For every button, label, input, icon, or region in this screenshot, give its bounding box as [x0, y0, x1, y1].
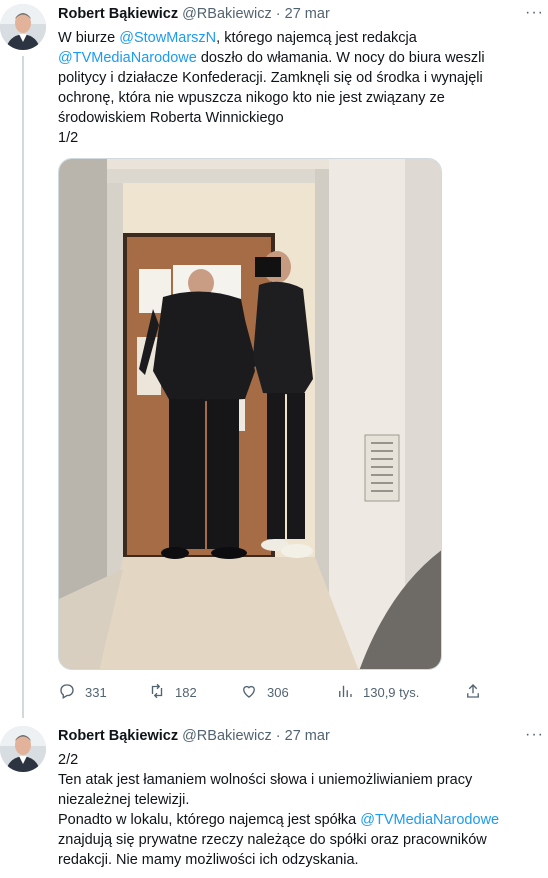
tweet-header: Robert Bąkiewicz @RBakiewicz · 27 mar — [58, 6, 330, 22]
author-name[interactable]: Robert Bąkiewicz — [58, 6, 178, 22]
tweet-date[interactable]: 27 mar — [285, 728, 330, 744]
author-name[interactable]: Robert Bąkiewicz — [58, 728, 178, 744]
mention-link[interactable]: @StowMarszN — [119, 30, 216, 46]
author-handle[interactable]: @RBakiewicz — [182, 728, 272, 744]
tweet-text-segment: W biurze — [58, 30, 120, 46]
retweet-count: 182 — [175, 684, 197, 700]
retweet-icon — [148, 682, 166, 703]
avatar[interactable] — [0, 4, 46, 50]
share-button[interactable] — [464, 682, 482, 702]
thread-counter: 1/2 — [58, 130, 79, 146]
tweet-text: W biurze @StowMarszN, którego najemcą je… — [58, 28, 544, 148]
tweet-date[interactable]: 27 mar — [285, 6, 330, 22]
reply-icon — [58, 682, 76, 703]
tweet-text-line: znajdują się prywatne rzeczy należące do… — [58, 832, 487, 848]
separator-dot: · — [275, 728, 281, 744]
thread-connector-line — [22, 56, 24, 718]
tweet-photo[interactable] — [58, 158, 442, 670]
tweet-text-line: środowiskiem Roberta Winnickiego — [58, 110, 284, 126]
views-icon — [336, 682, 354, 703]
more-options-icon[interactable]: ··· — [525, 4, 544, 22]
reply-button[interactable]: 331 — [58, 682, 107, 702]
avatar[interactable] — [0, 726, 46, 772]
tweet-text: 2/2 Ten atak jest łamaniem wolności słow… — [58, 750, 544, 870]
tweet-text-line: Ten atak jest łamaniem wolności słowa i … — [58, 772, 473, 788]
tweet-header: Robert Bąkiewicz @RBakiewicz · 27 mar — [58, 728, 330, 744]
tweet-actions: 331 182 306 130,9 tys. — [58, 682, 486, 702]
like-icon — [240, 682, 258, 703]
tweet-text-line: politycy i działacze Konfederacji. Zamkn… — [58, 70, 483, 86]
reply-count: 331 — [85, 684, 107, 700]
mention-link[interactable]: @TVMediaNarodowe — [58, 50, 197, 66]
views-count: 130,9 tys. — [363, 684, 420, 700]
tweet[interactable]: Robert Bąkiewicz @RBakiewicz · 27 mar ···… — [0, 0, 548, 718]
tweet-text-line: redakcji. Nie mamy możliwości ich odzysk… — [58, 852, 359, 868]
mention-link[interactable]: @TVMediaNarodowe — [360, 812, 499, 828]
tweet-text-line: ochronę, która nie wpuszcza nikogo kto n… — [58, 90, 445, 106]
retweet-button[interactable]: 182 — [148, 682, 197, 702]
author-handle[interactable]: @RBakiewicz — [182, 6, 272, 22]
tweet[interactable]: Robert Bąkiewicz @RBakiewicz · 27 mar ···… — [0, 718, 548, 878]
separator-dot: · — [275, 6, 281, 22]
thread-counter: 2/2 — [58, 752, 79, 768]
more-options-icon[interactable]: ··· — [525, 726, 544, 744]
tweet-text-segment: Ponadto w lokalu, którego najemcą jest s… — [58, 812, 361, 828]
tweet-text-segment: , którego najemcą jest redakcja — [216, 30, 417, 46]
views-button[interactable]: 130,9 tys. — [336, 682, 419, 702]
tweet-text-segment: doszło do włamania. W nocy do biura wesz… — [196, 50, 485, 66]
like-button[interactable]: 306 — [240, 682, 289, 702]
like-count: 306 — [267, 684, 289, 700]
tweet-text-line: niezależnej telewizji. — [58, 792, 190, 808]
share-icon — [464, 682, 482, 703]
